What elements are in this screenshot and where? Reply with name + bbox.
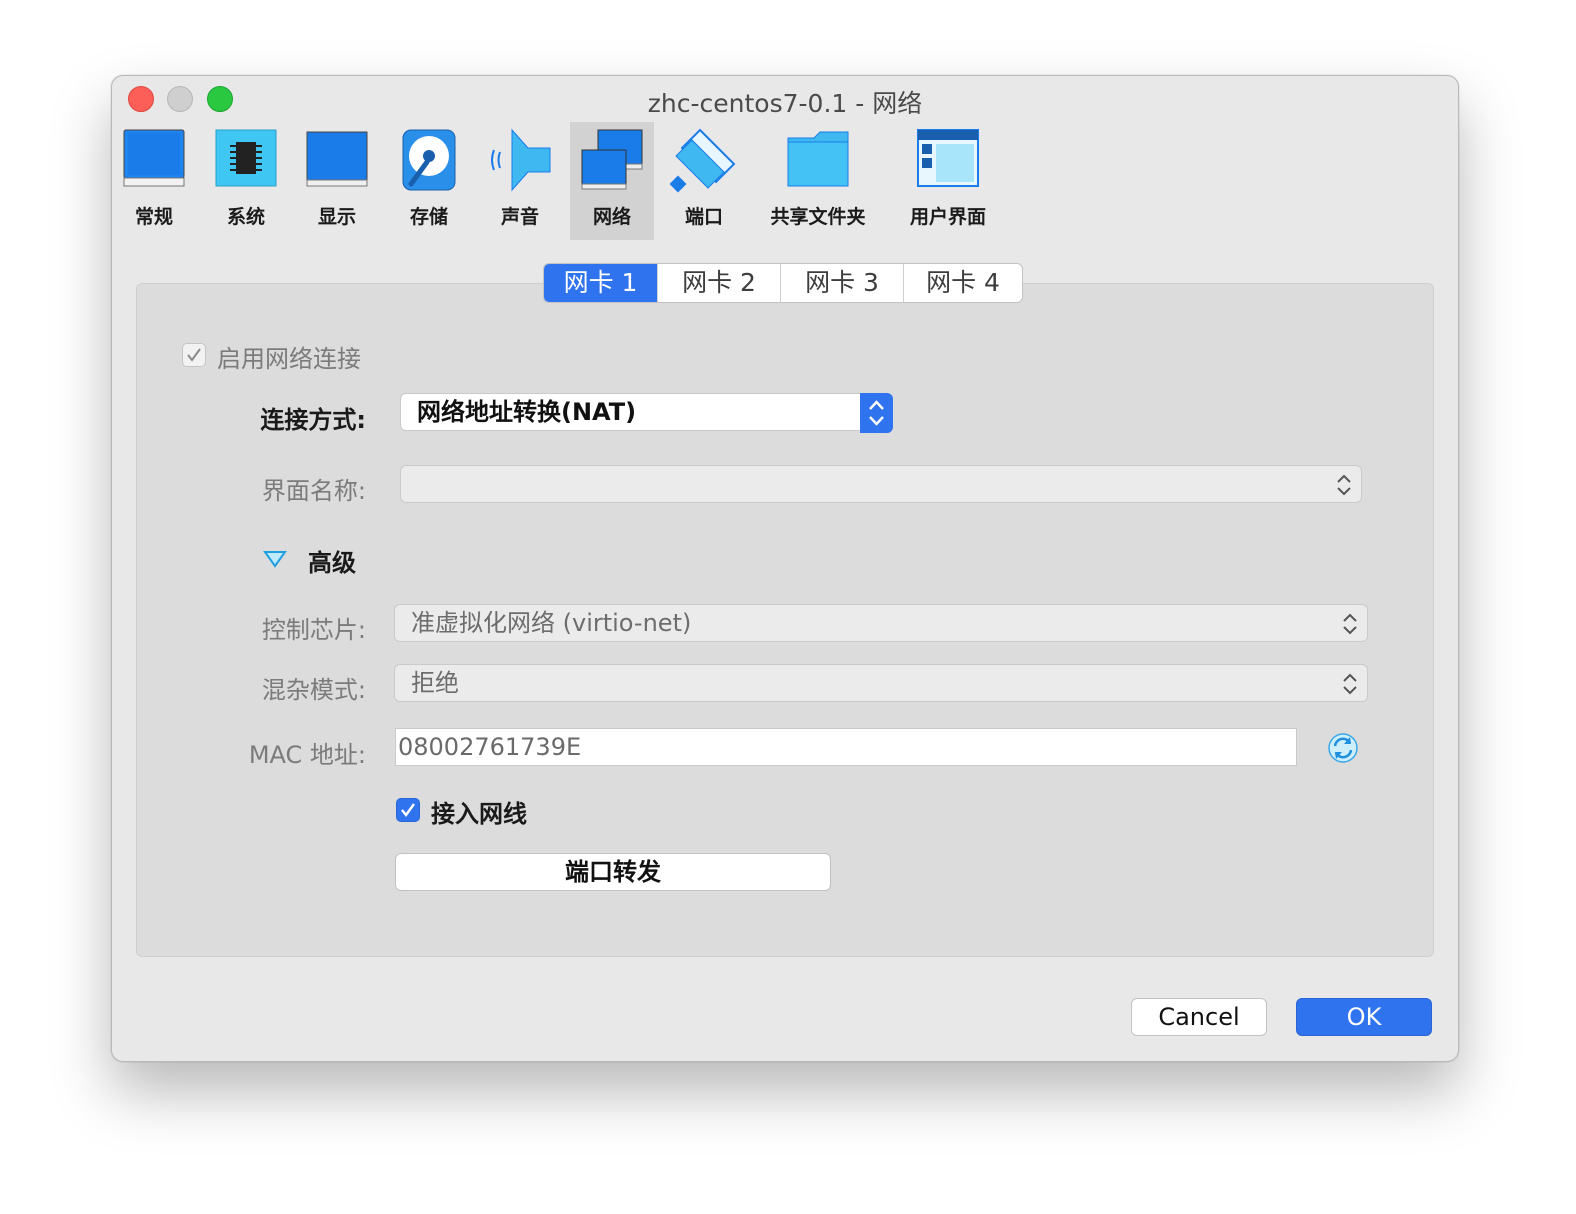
promiscuous-mode-label: 混杂模式:	[261, 676, 366, 704]
interface-name-select[interactable]	[400, 465, 1362, 503]
tab-adapter-4[interactable]: 网卡 4	[904, 264, 1022, 302]
adapter-type-value: 准虚拟化网络 (virtio-net)	[411, 609, 692, 637]
port-connector-icon	[670, 128, 736, 193]
toolbar-item-system[interactable]: 系统	[204, 122, 288, 240]
tab-adapter-2[interactable]: 网卡 2	[658, 264, 781, 302]
interface-name-label: 界面名称:	[261, 477, 366, 505]
chevron-up-down-icon	[1343, 673, 1357, 695]
chevron-up-down-icon	[1337, 474, 1351, 496]
advanced-toggle-label[interactable]: 高级	[308, 543, 356, 578]
title-bar[interactable]: zhc-centos7-0.1 - 网络	[112, 76, 1458, 122]
toolbar-label: 常规	[134, 206, 173, 228]
toolbar-label: 系统	[226, 206, 265, 228]
toolbar-item-display[interactable]: 显示	[295, 122, 379, 240]
refresh-mac-icon[interactable]	[1327, 732, 1359, 764]
toolbar-label: 共享文件夹	[770, 206, 866, 228]
system-chip-icon	[215, 129, 277, 187]
adapter-type-label: 控制芯片:	[261, 616, 366, 644]
chevron-up-down-icon	[869, 400, 884, 426]
attached-to-value: 网络地址转换(NAT)	[417, 398, 637, 426]
disclosure-triangle-icon[interactable]	[263, 549, 287, 569]
adapter-type-select[interactable]: 准虚拟化网络 (virtio-net)	[394, 604, 1368, 642]
promiscuous-mode-value: 拒绝	[411, 669, 459, 697]
toolbar-label: 网络	[592, 206, 631, 228]
toolbar-item-network[interactable]: 网络	[570, 122, 654, 240]
settings-toolbar: 常规 系统 显示 存储 声音 网络 端口 共享文件夹 用户界面	[112, 122, 1458, 242]
settings-window: zhc-centos7-0.1 - 网络 常规 系统 显示 存储 声音 网络 端…	[111, 75, 1459, 1062]
attached-to-label: 连接方式:	[260, 406, 366, 434]
ok-button[interactable]: OK	[1296, 998, 1432, 1036]
toolbar-item-audio[interactable]: 声音	[478, 122, 562, 240]
cable-connected-checkbox[interactable]	[396, 798, 420, 822]
window-title: zhc-centos7-0.1 - 网络	[647, 89, 923, 118]
toolbar-label: 用户界面	[909, 206, 986, 228]
shared-folder-icon	[787, 131, 849, 187]
user-interface-icon	[917, 129, 979, 187]
cancel-button[interactable]: Cancel	[1131, 998, 1267, 1036]
checkmark-icon	[401, 803, 415, 817]
general-icon	[123, 129, 185, 187]
storage-disk-icon	[402, 129, 456, 191]
toolbar-label: 端口	[684, 206, 723, 228]
display-monitor-icon	[306, 131, 368, 187]
toolbar-item-user-interface[interactable]: 用户界面	[894, 122, 1002, 240]
mac-address-value: 08002761739E	[398, 733, 582, 761]
tab-adapter-1[interactable]: 网卡 1	[544, 264, 658, 302]
adapter-tabs: 网卡 1 网卡 2 网卡 3 网卡 4	[543, 263, 1023, 303]
toolbar-label: 声音	[500, 206, 539, 228]
enable-adapter-label: 启用网络连接	[217, 345, 361, 373]
toolbar-item-storage[interactable]: 存储	[387, 122, 471, 240]
audio-speaker-icon	[491, 128, 551, 192]
toolbar-label: 存储	[409, 206, 448, 228]
attached-to-select[interactable]: 网络地址转换(NAT)	[400, 393, 893, 433]
checkmark-icon	[187, 348, 201, 362]
enable-adapter-checkbox[interactable]	[182, 343, 206, 367]
mac-address-label: MAC 地址:	[248, 741, 366, 769]
select-stepper	[860, 393, 893, 433]
toolbar-label: 显示	[317, 206, 356, 228]
toolbar-item-general[interactable]: 常规	[112, 122, 196, 240]
promiscuous-mode-select[interactable]: 拒绝	[394, 664, 1368, 702]
toolbar-item-ports[interactable]: 端口	[662, 122, 746, 240]
port-forwarding-button[interactable]: 端口转发	[395, 853, 831, 891]
toolbar-item-shared-folders[interactable]: 共享文件夹	[760, 122, 876, 240]
tab-adapter-3[interactable]: 网卡 3	[781, 264, 904, 302]
cable-connected-label: 接入网线	[431, 800, 527, 828]
chevron-up-down-icon	[1343, 613, 1357, 635]
mac-address-field[interactable]: 08002761739E	[395, 728, 1297, 766]
network-monitors-icon	[581, 129, 643, 190]
